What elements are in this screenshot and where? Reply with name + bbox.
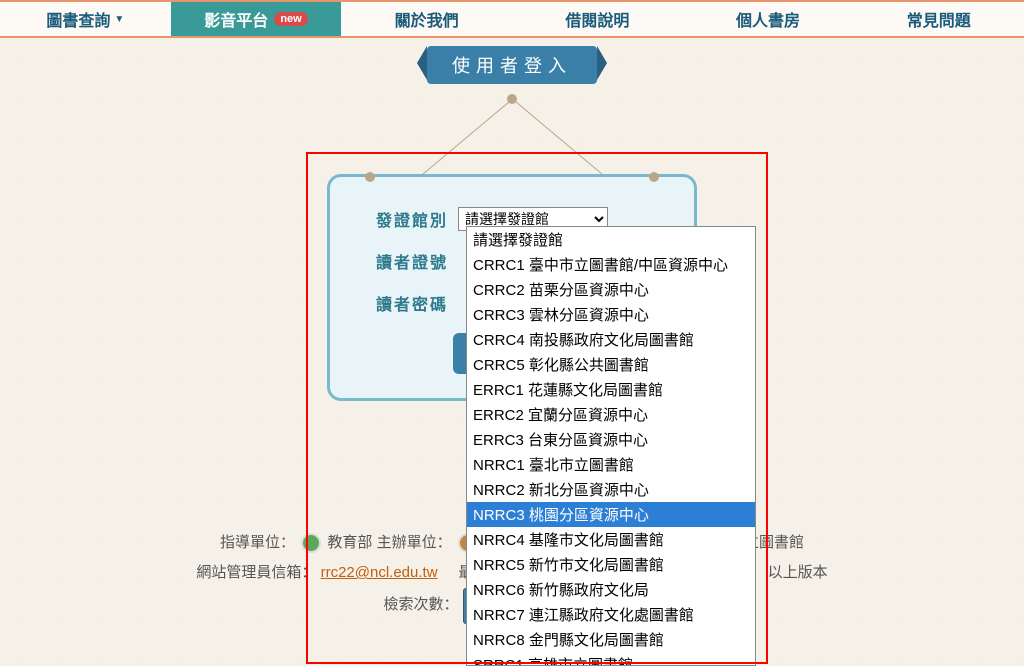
library-dropdown-list[interactable]: 請選擇發證館CRRC1 臺中市立圖書館/中區資源中心CRRC2 苗栗分區資源中心… <box>466 226 756 666</box>
dropdown-option[interactable]: NRRC6 新竹縣政府文化局 <box>467 577 755 602</box>
admin-email-link[interactable]: rrc22@ncl.edu.tw <box>321 564 438 581</box>
nav-label: 關於我們 <box>395 7 459 31</box>
dropdown-option[interactable]: NRRC7 連江縣政府文化處圖書館 <box>467 602 755 627</box>
dropdown-option[interactable]: NRRC8 金門縣文化局圖書館 <box>467 627 755 652</box>
dropdown-option[interactable]: CRRC4 南投縣政府文化局圖書館 <box>467 327 755 352</box>
dropdown-option[interactable]: 請選擇發證館 <box>467 227 755 252</box>
new-badge: new <box>274 12 307 26</box>
reader-pw-label: 讀者密碼 <box>358 291 448 315</box>
nav-label: 個人書房 <box>736 7 800 31</box>
nav-item-borrow[interactable]: 借閱說明 <box>512 2 683 36</box>
nav-label: 圖書查詢 <box>46 7 110 31</box>
host-label: 主辦單位： <box>377 534 452 551</box>
guide-label: 指導單位： <box>220 534 295 551</box>
dropdown-option[interactable]: ERRC2 宜蘭分區資源中心 <box>467 402 755 427</box>
reader-id-label: 讀者證號 <box>358 249 448 273</box>
best-suffix: 以上版本 <box>768 564 828 581</box>
dropdown-option[interactable]: NRRC4 基隆市文化局圖書館 <box>467 527 755 552</box>
guide-name: 教育部 <box>327 534 372 551</box>
main-nav: 圖書查詢 ▼ 影音平台 new 關於我們 借閱說明 個人書房 常見問題 <box>0 0 1024 38</box>
nav-label: 影音平台 <box>204 7 268 31</box>
admin-label: 網站管理員信箱： <box>196 564 316 581</box>
chevron-down-icon: ▼ <box>114 14 124 25</box>
library-label: 發證館別 <box>358 207 448 231</box>
dropdown-option[interactable]: CRRC3 雲林分區資源中心 <box>467 302 755 327</box>
dropdown-option[interactable]: NRRC5 新竹市文化局圖書館 <box>467 552 755 577</box>
dropdown-option[interactable]: CRRC1 臺中市立圖書館/中區資源中心 <box>467 252 755 277</box>
nav-item-search[interactable]: 圖書查詢 ▼ <box>0 2 171 36</box>
dropdown-option[interactable]: CRRC2 苗栗分區資源中心 <box>467 277 755 302</box>
edu-logo-icon <box>301 533 321 553</box>
dropdown-option[interactable]: NRRC3 桃園分區資源中心 <box>467 502 755 527</box>
dropdown-option[interactable]: ERRC3 台東分區資源中心 <box>467 427 755 452</box>
nav-item-faq[interactable]: 常見問題 <box>853 2 1024 36</box>
nav-label: 借閱說明 <box>565 7 629 31</box>
search-count-label: 檢索次數： <box>384 596 459 613</box>
page-title: 使用者登入 <box>452 56 572 76</box>
nav-item-about[interactable]: 關於我們 <box>341 2 512 36</box>
nav-item-media[interactable]: 影音平台 new <box>171 2 342 36</box>
dropdown-option[interactable]: NRRC1 臺北市立圖書館 <box>467 452 755 477</box>
dropdown-option[interactable]: CRRC5 彰化縣公共圖書館 <box>467 352 755 377</box>
nav-label: 常見問題 <box>907 7 971 31</box>
page-title-banner: 使用者登入 <box>427 46 597 84</box>
nav-item-personal[interactable]: 個人書房 <box>683 2 854 36</box>
dropdown-option[interactable]: ERRC1 花蓮縣文化局圖書館 <box>467 377 755 402</box>
dropdown-option[interactable]: NRRC2 新北分區資源中心 <box>467 477 755 502</box>
hanger-decoration <box>312 84 712 174</box>
